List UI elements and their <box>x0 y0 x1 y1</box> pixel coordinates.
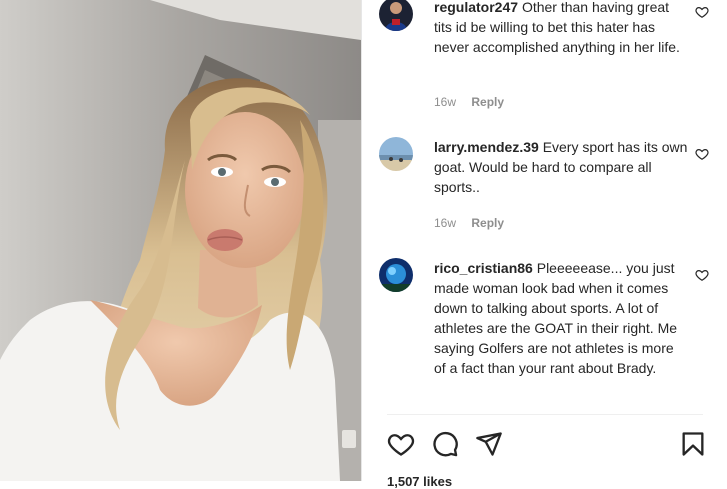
comment-text-block: regulator247 Other than having great tit… <box>434 0 689 57</box>
like-comment-heart-icon[interactable] <box>695 147 709 161</box>
comment-meta: 16w Reply <box>434 216 516 230</box>
avatar[interactable] <box>379 258 413 292</box>
comment-item: rico_cristian86 Pleeeeease... you just m… <box>379 258 709 408</box>
comment-text-block: rico_cristian86 Pleeeeease... you just m… <box>434 258 689 378</box>
comment-time[interactable]: 16w <box>434 216 456 230</box>
reply-button[interactable]: Reply <box>471 216 504 230</box>
comment-item: larry.mendez.39 Every sport has its own … <box>379 137 709 237</box>
comment-meta: 16w Reply <box>434 95 516 109</box>
likes-count[interactable]: 1,507 likes <box>387 474 452 489</box>
comment-username[interactable]: regulator247 <box>434 0 518 15</box>
paper-plane-icon[interactable] <box>475 430 503 458</box>
comment-text-block: larry.mendez.39 Every sport has its own … <box>434 137 689 197</box>
comment-text: Pleeeeease... you just made woman look b… <box>434 260 678 376</box>
comment-time[interactable]: 16w <box>434 95 456 109</box>
avatar[interactable] <box>379 0 413 31</box>
like-comment-heart-icon[interactable] <box>695 268 709 282</box>
bookmark-icon[interactable] <box>679 430 707 458</box>
post-photo <box>0 0 361 481</box>
heart-icon[interactable] <box>387 430 415 458</box>
comment-username[interactable]: rico_cristian86 <box>434 260 533 276</box>
comment-item: regulator247 Other than having great tit… <box>379 0 709 112</box>
comments-list[interactable]: regulator247 Other than having great tit… <box>362 0 727 420</box>
reply-button[interactable]: Reply <box>471 95 504 109</box>
actions-divider <box>387 414 703 415</box>
post-media-photo[interactable] <box>0 0 361 481</box>
comment-bubble-icon[interactable] <box>431 430 459 458</box>
avatar[interactable] <box>379 137 413 171</box>
post-action-bar <box>387 430 707 460</box>
like-comment-heart-icon[interactable] <box>695 5 709 19</box>
comment-username[interactable]: larry.mendez.39 <box>434 139 539 155</box>
